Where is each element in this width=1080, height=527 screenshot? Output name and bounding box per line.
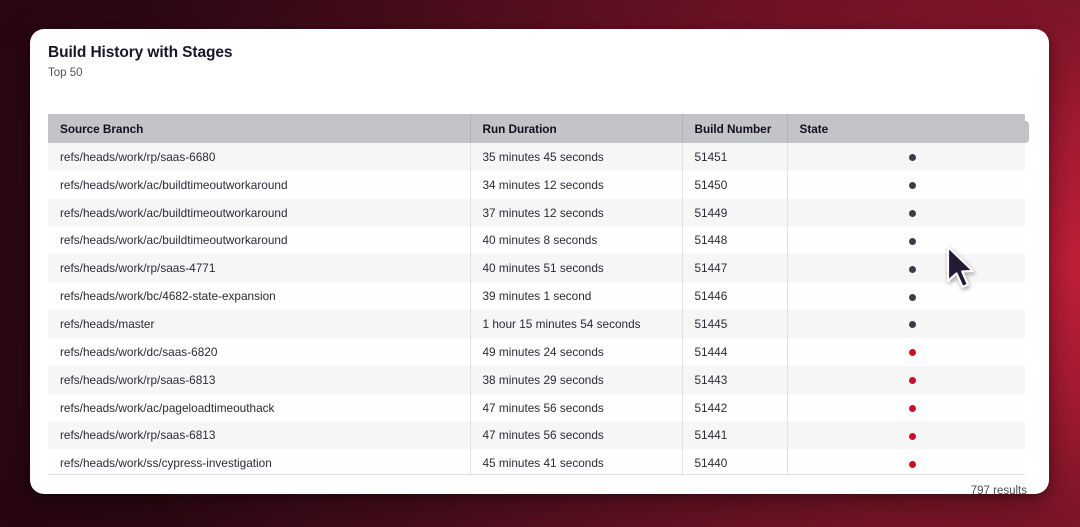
cell-run-duration: 34 minutes 12 seconds: [470, 170, 683, 199]
build-history-table-container[interactable]: Source Branch Run Duration Build Number …: [48, 114, 1025, 475]
cell-build-number: 51443: [682, 365, 788, 394]
cell-run-duration: 45 minutes 41 seconds: [470, 449, 683, 475]
cell-source-branch: refs/heads/work/dc/saas-6820: [48, 337, 471, 366]
cell-run-duration: 35 minutes 45 seconds: [470, 143, 683, 171]
card-header: Build History with Stages Top 50: [30, 29, 1049, 81]
table-row[interactable]: refs/heads/work/rp/saas-6680 35 minutes 4…: [48, 143, 1025, 171]
column-header-run-duration[interactable]: Run Duration: [470, 114, 683, 143]
cell-source-branch: refs/heads/work/rp/saas-6813: [48, 421, 471, 450]
cell-run-duration: 40 minutes 51 seconds: [470, 254, 683, 283]
cell-build-number: 51445: [682, 310, 788, 338]
table-row[interactable]: refs/heads/work/rp/saas-6813 47 minutes 5…: [48, 421, 1025, 450]
cell-run-duration: 49 minutes 24 seconds: [470, 337, 683, 366]
column-header-build-number[interactable]: Build Number: [682, 114, 788, 143]
table-row[interactable]: refs/heads/work/ac/buildtimeoutworkaroun…: [48, 226, 1025, 255]
table-row[interactable]: refs/heads/work/dc/saas-6820 49 minutes 2…: [48, 337, 1025, 366]
card-subtitle: Top 50: [48, 67, 83, 79]
cell-state: [787, 254, 1025, 283]
cell-source-branch: refs/heads/work/rp/saas-6813: [48, 365, 471, 394]
cell-run-duration: 47 minutes 56 seconds: [470, 393, 683, 422]
cell-source-branch: refs/heads/work/bc/4682-state-expansion: [48, 282, 471, 311]
cell-build-number: 51449: [682, 198, 788, 227]
cell-build-number: 51441: [682, 421, 788, 450]
cell-build-number: 51446: [682, 282, 788, 311]
state-indicator-dot: [908, 293, 916, 301]
cell-source-branch: refs/heads/work/ac/buildtimeoutworkaroun…: [48, 226, 471, 255]
cell-state: [787, 143, 1025, 171]
cell-state: [787, 310, 1025, 338]
table-row[interactable]: refs/heads/work/ss/cypress-investigation…: [48, 449, 1025, 475]
cell-state: [787, 365, 1025, 394]
table-row[interactable]: refs/heads/work/ac/pageloadtimeouthack 47…: [48, 393, 1025, 422]
table-scrollbar-thumb[interactable]: [1022, 121, 1029, 143]
build-history-table: Source Branch Run Duration Build Number …: [48, 114, 1025, 475]
column-header-source-branch[interactable]: Source Branch: [48, 114, 471, 143]
results-count: 797 results: [970, 485, 1027, 494]
table-row[interactable]: refs/heads/work/ac/buildtimeoutworkaroun…: [48, 170, 1025, 199]
state-indicator-dot: [908, 182, 916, 190]
page-title: Build History with Stages: [48, 44, 233, 61]
state-indicator-dot: [908, 432, 916, 440]
cell-state: [787, 421, 1025, 450]
cell-build-number: 51450: [682, 170, 788, 199]
card-footer: 797 results: [30, 481, 1049, 494]
cell-source-branch: refs/heads/master: [48, 310, 471, 338]
table-body: refs/heads/work/rp/saas-6680 35 minutes 4…: [48, 143, 1025, 475]
cell-state: [787, 449, 1025, 475]
table-bottom-divider: [48, 474, 1025, 475]
cell-source-branch: refs/heads/work/rp/saas-4771: [48, 254, 471, 283]
cell-run-duration: 47 minutes 56 seconds: [470, 421, 683, 450]
table-row[interactable]: refs/heads/work/rp/saas-4771 40 minutes 5…: [48, 254, 1025, 283]
state-indicator-dot: [908, 404, 916, 412]
cell-source-branch: refs/heads/work/ss/cypress-investigation: [48, 449, 471, 475]
table-row[interactable]: refs/heads/work/bc/4682-state-expansion 3…: [48, 282, 1025, 311]
state-indicator-dot: [908, 460, 916, 468]
state-indicator-dot: [908, 265, 916, 273]
cell-build-number: 51448: [682, 226, 788, 255]
cell-run-duration: 40 minutes 8 seconds: [470, 226, 683, 255]
cell-build-number: 51447: [682, 254, 788, 283]
table-scrollbar[interactable]: [1021, 117, 1030, 473]
cell-state: [787, 198, 1025, 227]
cell-state: [787, 226, 1025, 255]
cell-run-duration: 38 minutes 29 seconds: [470, 365, 683, 394]
table-row[interactable]: refs/heads/work/ac/buildtimeoutworkaroun…: [48, 198, 1025, 227]
cell-run-duration: 1 hour 15 minutes 54 seconds: [470, 310, 683, 338]
cell-state: [787, 282, 1025, 311]
cell-build-number: 51442: [682, 393, 788, 422]
cell-state: [787, 393, 1025, 422]
state-indicator-dot: [908, 210, 916, 217]
cell-source-branch: refs/heads/work/ac/buildtimeoutworkaroun…: [48, 198, 471, 227]
table-row[interactable]: refs/heads/work/rp/saas-6813 38 minutes 2…: [48, 365, 1025, 394]
cell-source-branch: refs/heads/work/ac/buildtimeoutworkaroun…: [48, 170, 471, 199]
table-header-row: Source Branch Run Duration Build Number …: [48, 114, 1025, 143]
column-header-state[interactable]: State: [787, 114, 1025, 143]
cell-build-number: 51444: [682, 337, 788, 366]
state-indicator-dot: [908, 154, 916, 162]
cell-state: [787, 337, 1025, 366]
cell-state: [787, 170, 1025, 199]
cell-run-duration: 37 minutes 12 seconds: [470, 198, 683, 227]
state-indicator-dot: [908, 377, 916, 385]
cell-build-number: 51440: [682, 449, 788, 475]
build-history-card: Build History with Stages Top 50 Source …: [30, 29, 1049, 494]
state-indicator-dot: [908, 237, 916, 245]
cell-run-duration: 39 minutes 1 second: [470, 282, 683, 311]
state-indicator-dot: [908, 349, 916, 357]
state-indicator-dot: [908, 321, 916, 329]
table-row[interactable]: refs/heads/master 1 hour 15 minutes 54 se…: [48, 310, 1025, 338]
cell-source-branch: refs/heads/work/ac/pageloadtimeouthack: [48, 393, 471, 422]
cell-source-branch: refs/heads/work/rp/saas-6680: [48, 143, 471, 171]
cell-build-number: 51451: [682, 143, 788, 171]
